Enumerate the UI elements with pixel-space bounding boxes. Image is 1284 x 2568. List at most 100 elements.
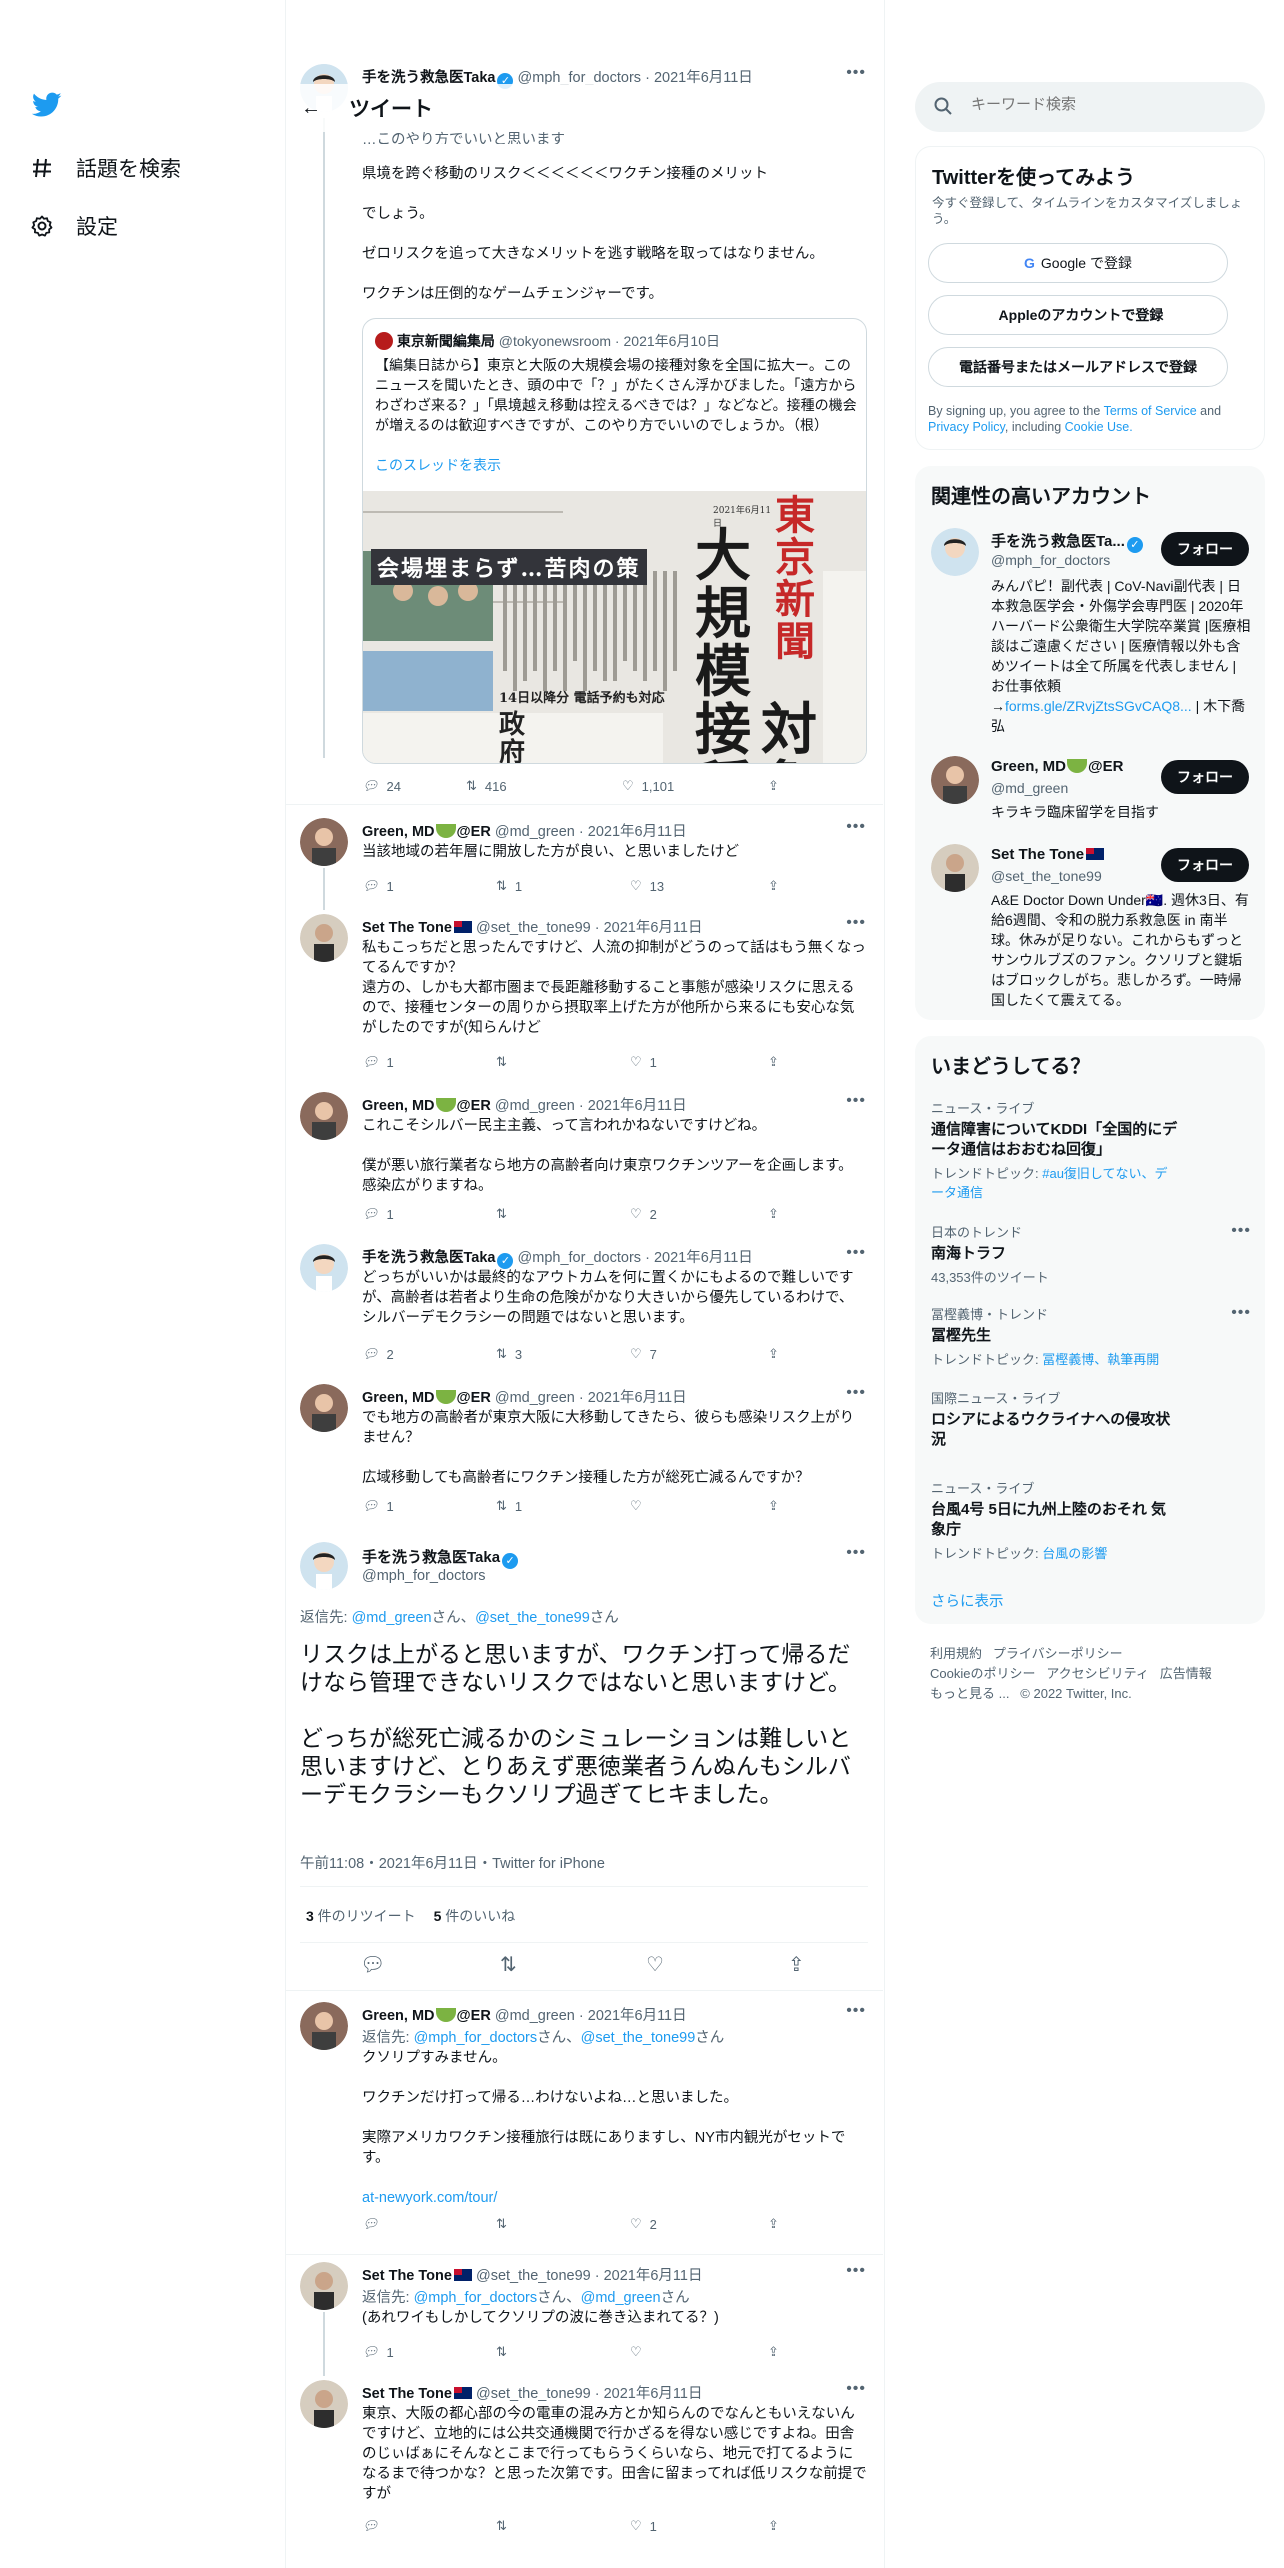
avatar[interactable]	[931, 528, 979, 576]
avatar[interactable]	[300, 1384, 348, 1432]
external-link[interactable]: at-newyork.com/tour/	[362, 2188, 867, 2208]
reply-button[interactable]: 💬︎ 2	[362, 1346, 394, 1362]
reply-icon[interactable]: 💬︎	[360, 1952, 385, 1977]
share-button[interactable]: ⇪	[768, 778, 779, 794]
nav-settings[interactable]: 設定	[30, 206, 118, 246]
retweet-button[interactable]: ⇅ 1	[496, 878, 522, 894]
footer-link[interactable]: Cookieのポリシー	[930, 1666, 1035, 1681]
reply-button[interactable]: 💬︎ 1	[362, 1498, 394, 1514]
share-button[interactable]: ⇪	[768, 2216, 779, 2232]
retweet-count-link[interactable]: 3 件のリツイート	[306, 1908, 416, 1924]
show-thread-link[interactable]: このスレッドを表示	[375, 455, 501, 475]
heart-icon[interactable]: ♡	[646, 1952, 664, 1977]
conversation-tweet[interactable]: Set The Tone @set_the_tone99 · 2021年6月11…	[300, 914, 870, 1092]
privacy-link[interactable]: Privacy Policy	[928, 420, 1005, 434]
trend-link[interactable]: 台風の影響	[1042, 1546, 1107, 1561]
follow-button[interactable]: フォロー	[1161, 532, 1249, 566]
footer-more-link[interactable]: もっと見る ...	[930, 1686, 1009, 1701]
follow-button[interactable]: フォロー	[1161, 760, 1249, 794]
mention-link[interactable]: @set_the_tone99	[475, 1610, 590, 1626]
quoted-thread-tweet[interactable]: 手を洗う救急医Taka ✓ @mph_for_doctors · 2021年6月1…	[300, 60, 870, 820]
like-button[interactable]: ♡ 7	[630, 1346, 657, 1362]
avatar[interactable]	[300, 2002, 348, 2050]
quote-card[interactable]: 東京新聞編集局 @tokyonewsroom · 2021年6月10日 【編集日…	[362, 318, 867, 764]
back-arrow-icon[interactable]: ←	[301, 97, 321, 120]
more-icon[interactable]: •••	[1231, 1222, 1251, 1240]
show-more-link[interactable]: さらに表示	[931, 1590, 1004, 1611]
avatar[interactable]	[931, 844, 979, 892]
more-icon[interactable]: •••	[846, 2380, 866, 2398]
retweet-button[interactable]: ⇅	[496, 1206, 515, 1222]
share-icon[interactable]: ⇪	[788, 1952, 805, 1977]
share-button[interactable]: ⇪	[768, 1206, 779, 1222]
footer-link[interactable]: プライバシーポリシー	[993, 1646, 1123, 1661]
reply-tweet[interactable]: Green, MD @ER @md_green · 2021年6月11日 ••• 返信…	[300, 2002, 870, 2254]
conversation-tweet[interactable]: Green, MD @ER @md_green · 2021年6月11日 ••• これ…	[300, 1092, 870, 1244]
like-button[interactable]: ♡ 1	[630, 2518, 657, 2534]
more-icon[interactable]: •••	[846, 1244, 866, 1262]
apple-signup-button[interactable]: Appleのアカウントで登録	[928, 295, 1228, 335]
conversation-tweet[interactable]: Green, MD @ER @md_green · 2021年6月11日 ••• でも…	[300, 1384, 870, 1534]
conversation-tweet[interactable]: 手を洗う救急医Taka ✓ @mph_for_doctors · 2021年6月1…	[300, 1244, 870, 1384]
like-button[interactable]: ♡ 2	[630, 2216, 657, 2232]
retweet-icon[interactable]: ⇅	[500, 1952, 517, 1977]
reply-tweet[interactable]: Set The Tone @set_the_tone99 · 2021年6月11…	[300, 2262, 870, 2380]
trend-item[interactable]: 冨樫義博・トレンド 冨樫先生 トレンドトピック: 冨樫義博、執筆再開 •••	[931, 1304, 1251, 1368]
share-button[interactable]: ⇪	[768, 2344, 779, 2360]
more-icon[interactable]: •••	[846, 818, 866, 836]
trend-link[interactable]: 冨樫義博、執筆再開	[1042, 1352, 1159, 1367]
reply-button[interactable]: 💬︎	[362, 2216, 387, 2232]
retweet-button[interactable]: ⇅	[496, 2344, 515, 2360]
like-button[interactable]: ♡ 2	[630, 1206, 657, 1222]
reply-button[interactable]: 💬︎ 1	[362, 1206, 394, 1222]
share-button[interactable]: ⇪	[768, 1498, 779, 1514]
bio-link[interactable]: forms.gle/ZRvjZtsSGvCAQ8...	[1005, 698, 1192, 714]
avatar[interactable]	[300, 1542, 348, 1590]
retweet-button[interactable]: ⇅ 1	[496, 1498, 522, 1514]
share-button[interactable]: ⇪	[768, 1054, 779, 1070]
newspaper-image[interactable]: 会場埋まらず…苦肉の策 14日以降分 電話予約も対応 政府見込 大規模接種 対象…	[363, 491, 866, 763]
cookie-link[interactable]: Cookie Use.	[1065, 420, 1133, 434]
more-icon[interactable]: •••	[846, 1544, 866, 1562]
reply-tweet[interactable]: Set The Tone @set_the_tone99 · 2021年6月11…	[300, 2380, 870, 2540]
avatar[interactable]	[300, 1244, 348, 1292]
reply-button[interactable]: 💬︎ 1	[362, 1054, 394, 1070]
retweet-button[interactable]: ⇅	[496, 1054, 515, 1070]
like-button[interactable]: ♡ 13	[630, 878, 664, 894]
phone-signup-button[interactable]: 電話番号またはメールアドレスで登録	[928, 347, 1228, 387]
search-input[interactable]	[971, 96, 1241, 113]
retweet-button[interactable]: ⇅	[496, 2216, 515, 2232]
nav-explore[interactable]: 話題を検索	[30, 148, 181, 188]
reply-button[interactable]: 💬︎ 1	[362, 2344, 394, 2360]
trend-item[interactable]: 日本のトレンド 南海トラフ 43,353件のツイート •••	[931, 1222, 1251, 1286]
more-icon[interactable]: •••	[846, 2262, 866, 2280]
more-icon[interactable]: •••	[846, 2002, 866, 2020]
search-box[interactable]	[915, 82, 1265, 132]
reply-button[interactable]: 💬︎ 1	[362, 878, 394, 894]
footer-link[interactable]: 広告情報	[1160, 1666, 1212, 1681]
share-button[interactable]: ⇪	[768, 2518, 779, 2534]
footer-link[interactable]: アクセシビリティ	[1046, 1666, 1149, 1681]
avatar[interactable]	[300, 914, 348, 962]
reply-button[interactable]: 💬︎	[362, 2518, 387, 2534]
more-icon[interactable]: •••	[846, 1384, 866, 1402]
mention-link[interactable]: @mph_for_doctors	[414, 2290, 538, 2306]
like-button[interactable]: ♡	[630, 1498, 650, 1514]
share-button[interactable]: ⇪	[768, 878, 779, 894]
footer-link[interactable]: 利用規約	[930, 1646, 982, 1661]
trend-item[interactable]: ニュース・ライブ 台風4号 5日に九州上陸のおそれ 気象庁 トレンドトピック: …	[931, 1478, 1251, 1562]
mention-link[interactable]: @md_green	[352, 1610, 432, 1626]
avatar[interactable]	[300, 1092, 348, 1140]
like-button[interactable]: ♡ 1	[630, 1054, 657, 1070]
mention-link[interactable]: @mph_for_doctors	[414, 2030, 538, 2046]
retweet-button[interactable]: ⇅ 3	[496, 1346, 522, 1362]
like-button[interactable]: ♡ 1,101	[622, 778, 674, 794]
follow-button[interactable]: フォロー	[1161, 848, 1249, 882]
more-icon[interactable]: •••	[846, 1092, 866, 1110]
mention-link[interactable]: @md_green	[581, 2290, 661, 2306]
trend-item[interactable]: ニュース・ライブ 通信障害についてKDDI「全国的にデータ通信はおおむね回復」 …	[931, 1098, 1251, 1201]
avatar[interactable]	[300, 2262, 348, 2310]
terms-link[interactable]: Terms of Service	[1104, 404, 1197, 418]
trend-item[interactable]: 国際ニュース・ライブ ロシアによるウクライナへの侵攻状況	[931, 1388, 1251, 1450]
more-icon[interactable]: •••	[1231, 1304, 1251, 1322]
